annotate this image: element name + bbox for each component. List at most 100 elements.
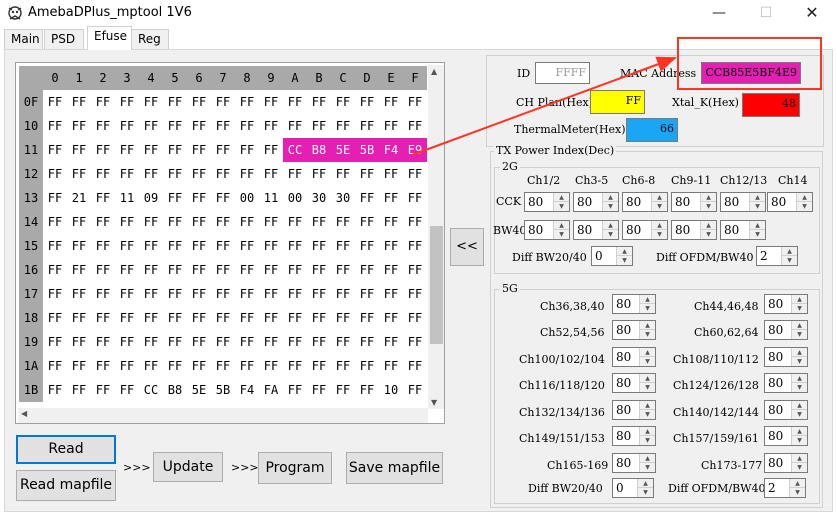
tab-efuse[interactable]: Efuse [87,26,132,50]
hex-cell[interactable]: FF [379,306,403,330]
spin-value[interactable]: 80 [768,323,783,337]
hex-cell[interactable]: FF [283,282,307,306]
spin-buttons[interactable]: ▲ ▼ [791,427,807,445]
cck-spinner[interactable]: 80 ▲ ▼ [524,192,570,212]
spin-down-icon[interactable]: ▼ [640,383,655,392]
hex-cell[interactable]: FF [211,354,235,378]
hex-cell[interactable]: FF [403,306,427,330]
tab-reg[interactable]: Reg [131,29,169,49]
spin-up-icon[interactable]: ▲ [792,321,807,330]
hex-cell[interactable]: FF [235,90,259,114]
hex-cell[interactable]: FF [379,258,403,282]
tab-main[interactable]: Main [4,29,43,49]
spin-buttons[interactable]: ▲ ▼ [602,221,618,239]
spin-down-icon[interactable]: ▼ [638,488,653,497]
minimize-icon[interactable]: — [709,4,729,22]
spin-up-icon[interactable]: ▲ [701,221,716,230]
hex-cell[interactable]: FF [67,210,91,234]
hex-cell[interactable]: FF [91,306,115,330]
g5-power-spinner[interactable]: 80 ▲ ▼ [612,426,656,446]
hex-cell[interactable]: FF [379,354,403,378]
hex-cell[interactable]: 11 [115,186,139,210]
hex-cell[interactable]: FF [403,258,427,282]
hex-cell[interactable]: FF [403,186,427,210]
hex-cell[interactable]: FF [355,114,379,138]
hex-cell[interactable]: FF [115,162,139,186]
hex-cell[interactable]: FF [187,90,211,114]
hex-cell[interactable]: FF [163,306,187,330]
spin-down-icon[interactable]: ▼ [792,383,807,392]
spin-down-icon[interactable]: ▼ [652,202,667,211]
hex-cell[interactable]: FF [139,258,163,282]
hex-cell[interactable]: 5E [331,138,355,162]
hex-cell[interactable]: FF [331,330,355,354]
hex-cell[interactable]: FF [115,210,139,234]
hex-cell[interactable]: FF [211,234,235,258]
spin-up-icon[interactable]: ▲ [640,374,655,383]
spin-buttons[interactable]: ▲ ▼ [602,193,618,211]
diff-ofdm-bw40-spinner[interactable]: 2 ▲ ▼ [756,246,798,266]
hex-cell[interactable]: E9 [403,138,427,162]
hex-cell[interactable]: FF [67,114,91,138]
hex-cell[interactable]: FF [379,282,403,306]
hex-cell[interactable]: FF [403,282,427,306]
spin-buttons[interactable]: ▲ ▼ [700,221,716,239]
hex-cell[interactable]: FF [43,186,67,210]
spin-buttons[interactable]: ▲ ▼ [639,348,655,366]
hex-cell[interactable]: FF [259,138,283,162]
spin-buttons[interactable]: ▲ ▼ [639,454,655,472]
spin-down-icon[interactable]: ▼ [792,463,807,472]
spin-buttons[interactable]: ▲ ▼ [791,348,807,366]
spin-up-icon[interactable]: ▲ [790,479,805,488]
hex-cell[interactable]: FF [115,234,139,258]
spin-up-icon[interactable]: ▲ [617,247,632,256]
hex-cell[interactable]: FF [355,330,379,354]
spin-up-icon[interactable]: ▲ [652,221,667,230]
spin-down-icon[interactable]: ▼ [750,230,765,239]
spin-value[interactable]: 80 [675,195,690,209]
spin-value[interactable]: 80 [771,195,786,209]
spin-down-icon[interactable]: ▼ [554,230,569,239]
hex-cell[interactable]: FF [91,162,115,186]
hex-cell[interactable]: FF [235,354,259,378]
hex-cell[interactable]: FF [115,354,139,378]
spin-value[interactable]: 80 [675,223,690,237]
hex-cell[interactable]: FF [67,354,91,378]
efuse-grid[interactable]: 0 1 2 3 4 5 6 7 8 9 A B C D E F 0F FF FF FF FF FF FF FF FF FF FF FF… [15,62,445,424]
hex-cell[interactable]: FF [139,354,163,378]
spin-down-icon[interactable]: ▼ [790,488,805,497]
hex-cell[interactable]: FF [259,354,283,378]
hex-cell[interactable]: FF [283,330,307,354]
hex-cell[interactable]: 30 [331,186,355,210]
spin-up-icon[interactable]: ▲ [640,401,655,410]
g5-diff-ofdm-spinner[interactable]: 2 ▲ ▼ [764,478,806,498]
hex-cell[interactable]: FF [139,306,163,330]
hex-cell[interactable]: FF [259,162,283,186]
hex-cell[interactable]: FF [67,282,91,306]
hex-cell[interactable]: FF [91,258,115,282]
scrollbar-thumb[interactable] [430,226,443,344]
hex-cell[interactable]: FF [355,162,379,186]
hex-cell[interactable]: FF [211,282,235,306]
hex-cell[interactable]: FF [355,282,379,306]
spin-buttons[interactable]: ▲ ▼ [791,454,807,472]
hex-cell[interactable]: FF [187,330,211,354]
spin-buttons[interactable]: ▲ ▼ [639,295,655,313]
hex-cell[interactable]: FF [115,282,139,306]
hex-cell[interactable]: FF [91,186,115,210]
hex-cell[interactable]: FF [331,234,355,258]
spin-down-icon[interactable]: ▼ [640,463,655,472]
hex-cell[interactable]: FF [283,114,307,138]
spin-up-icon[interactable]: ▲ [792,348,807,357]
spin-down-icon[interactable]: ▼ [701,202,716,211]
hex-cell[interactable]: FF [43,90,67,114]
hex-cell[interactable]: F4 [235,378,259,402]
spin-up-icon[interactable]: ▲ [792,401,807,410]
hex-cell[interactable]: FF [259,258,283,282]
hex-cell[interactable]: FF [115,90,139,114]
hex-cell[interactable]: FF [43,306,67,330]
hex-cell[interactable]: 30 [307,186,331,210]
xtal-field[interactable]: 48 [742,93,800,117]
spin-down-icon[interactable]: ▼ [792,357,807,366]
hex-cell[interactable]: FF [67,90,91,114]
